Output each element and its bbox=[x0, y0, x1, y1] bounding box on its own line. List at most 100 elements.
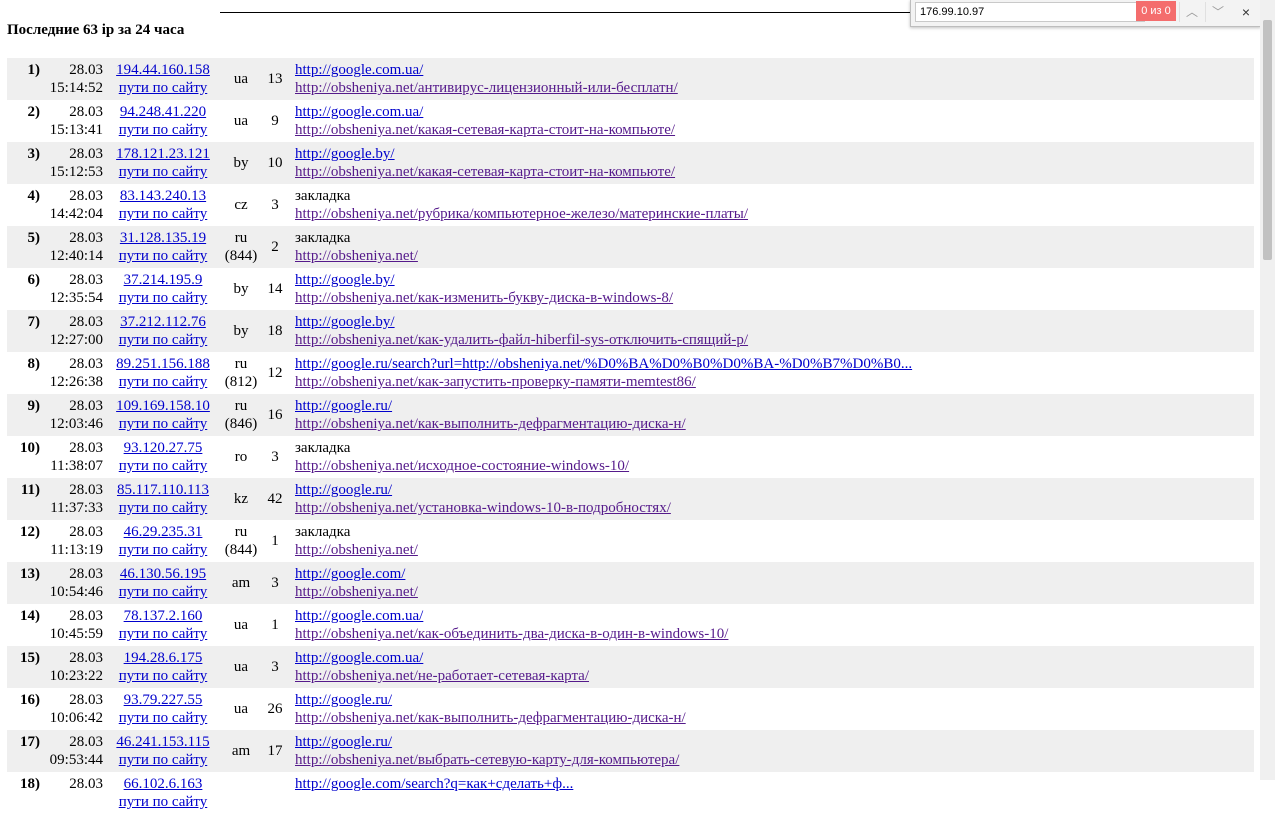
site-path-link[interactable]: пути по сайту bbox=[119, 626, 208, 642]
visit-time: 10:06:42 bbox=[49, 710, 103, 726]
referrer-link[interactable]: http://google.ru/ bbox=[295, 398, 392, 414]
visit-datetime: 28.03 15:12:53 bbox=[43, 145, 103, 181]
ip-link[interactable]: 89.251.156.188 bbox=[116, 356, 210, 372]
ip-link[interactable]: 78.137.2.160 bbox=[124, 608, 203, 624]
visit-time: 12:40:14 bbox=[49, 248, 103, 264]
visit-time: 15:13:41 bbox=[49, 122, 103, 138]
visit-count: 14 bbox=[267, 281, 283, 297]
page-link[interactable]: http://obsheniya.net/ bbox=[295, 542, 418, 558]
referrer-link[interactable]: http://google.ru/ bbox=[295, 482, 392, 498]
site-path-link[interactable]: пути по сайту bbox=[119, 752, 208, 768]
ip-link[interactable]: 46.241.153.115 bbox=[116, 734, 209, 750]
ip-link[interactable]: 194.28.6.175 bbox=[124, 650, 203, 666]
ip-link[interactable]: 46.29.235.31 bbox=[124, 524, 203, 540]
country-code-label: ru bbox=[234, 356, 248, 372]
chevron-up-icon[interactable]: ︿ bbox=[1179, 2, 1204, 22]
page-link[interactable]: http://obsheniya.net/ bbox=[295, 248, 418, 264]
visit-datetime: 28.03 12:03:46 bbox=[43, 397, 103, 433]
visit-date: 28.03 bbox=[69, 188, 103, 204]
ip-link[interactable]: 31.128.135.19 bbox=[120, 230, 206, 246]
site-path-link[interactable]: пути по сайту bbox=[119, 458, 208, 474]
page-link[interactable]: http://obsheniya.net/как-выполнить-дефра… bbox=[295, 710, 686, 726]
ip-link[interactable]: 83.143.240.13 bbox=[120, 188, 206, 204]
ip-link[interactable]: 194.44.160.158 bbox=[116, 62, 210, 78]
referrer-link[interactable]: http://google.com.ua/ bbox=[295, 608, 423, 624]
site-path-link[interactable]: пути по сайту bbox=[119, 248, 208, 264]
site-path-link[interactable]: пути по сайту bbox=[119, 542, 208, 558]
page-link[interactable]: http://obsheniya.net/ bbox=[295, 584, 418, 600]
ip-link[interactable]: 94.248.41.220 bbox=[120, 104, 206, 120]
referrer-link[interactable]: http://google.by/ bbox=[295, 272, 395, 288]
ip-link[interactable]: 37.212.112.76 bbox=[120, 314, 206, 330]
page-link[interactable]: http://obsheniya.net/антивирус-лицензион… bbox=[295, 80, 678, 96]
ip-cell: 89.251.156.188 пути по сайту bbox=[107, 355, 219, 391]
visit-time: 12:27:00 bbox=[49, 332, 103, 348]
referrer-link[interactable]: http://google.by/ bbox=[295, 314, 395, 330]
site-path-link[interactable]: пути по сайту bbox=[119, 122, 208, 138]
site-path-link[interactable]: пути по сайту bbox=[119, 374, 208, 390]
vertical-scrollbar[interactable] bbox=[1260, 0, 1275, 780]
country-code-label: ua bbox=[233, 617, 249, 633]
referrer-link[interactable]: http://google.com.ua/ bbox=[295, 104, 423, 120]
site-path-link[interactable]: пути по сайту bbox=[119, 710, 208, 726]
page-link[interactable]: http://obsheniya.net/исходное-состояние-… bbox=[295, 458, 629, 474]
page-link[interactable]: http://obsheniya.net/не-работает-сетевая… bbox=[295, 668, 589, 684]
referrer-link[interactable]: http://google.ru/search?url=http://obshe… bbox=[295, 356, 912, 372]
row-number: 3) bbox=[27, 146, 41, 162]
referrer-link[interactable]: http://google.com/ bbox=[295, 566, 405, 582]
site-path-link[interactable]: пути по сайту bbox=[119, 794, 208, 810]
site-path-link[interactable]: пути по сайту bbox=[119, 332, 208, 348]
page-link[interactable]: http://obsheniya.net/какая-сетевая-карта… bbox=[295, 164, 675, 180]
site-path-link[interactable]: пути по сайту bbox=[119, 164, 208, 180]
ip-link[interactable]: 37.214.195.9 bbox=[124, 272, 203, 288]
site-path-link[interactable]: пути по сайту bbox=[119, 668, 208, 684]
page-link[interactable]: http://obsheniya.net/какая-сетевая-карта… bbox=[295, 122, 675, 138]
page-link[interactable]: http://obsheniya.net/как-изменить-букву-… bbox=[295, 290, 673, 306]
url-cell: http://google.com.ua/http://obsheniya.ne… bbox=[295, 61, 678, 97]
page-link[interactable]: http://obsheniya.net/выбрать-сетевую-кар… bbox=[295, 752, 679, 768]
page-link[interactable]: http://obsheniya.net/как-запустить-прове… bbox=[295, 374, 696, 390]
site-path-link[interactable]: пути по сайту bbox=[119, 416, 208, 432]
visit-datetime: 28.03 11:37:33 bbox=[43, 481, 103, 517]
chevron-down-icon[interactable]: ﹀ bbox=[1205, 2, 1230, 22]
ip-link[interactable]: 178.121.23.121 bbox=[116, 146, 210, 162]
page-link[interactable]: http://obsheniya.net/как-удалить-файл-hi… bbox=[295, 332, 748, 348]
page-link[interactable]: http://obsheniya.net/как-выполнить-дефра… bbox=[295, 416, 686, 432]
site-path-link[interactable]: пути по сайту bbox=[119, 80, 208, 96]
page-link[interactable]: http://obsheniya.net/как-объединить-два-… bbox=[295, 626, 728, 642]
ip-link[interactable]: 93.79.227.55 bbox=[124, 692, 203, 708]
visit-datetime: 28.03 10:06:42 bbox=[43, 691, 103, 727]
visit-datetime: 28.03 10:45:59 bbox=[43, 607, 103, 643]
site-path-link[interactable]: пути по сайту bbox=[119, 500, 208, 516]
close-icon[interactable]: × bbox=[1235, 2, 1257, 22]
referrer-link[interactable]: http://google.ru/ bbox=[295, 734, 392, 750]
site-path-link[interactable]: пути по сайту bbox=[119, 290, 208, 306]
visit-count: 18 bbox=[267, 323, 283, 339]
ip-link[interactable]: 66.102.6.163 bbox=[124, 776, 203, 792]
ip-link[interactable]: 109.169.158.10 bbox=[116, 398, 210, 414]
list-item: 2) 28.03 15:13:41 94.248.41.220 пути по сайт… bbox=[7, 100, 1254, 142]
find-input[interactable] bbox=[916, 3, 1144, 21]
visit-datetime: 28.03 11:38:07 bbox=[43, 439, 103, 475]
visit-date: 28.03 bbox=[69, 608, 103, 624]
site-path-link[interactable]: пути по сайту bbox=[119, 584, 208, 600]
visit-count: 13 bbox=[267, 71, 283, 87]
ip-cell: 37.212.112.76 пути по сайту bbox=[107, 313, 219, 349]
row-number: 14) bbox=[20, 608, 40, 624]
referrer-link[interactable]: http://google.ru/ bbox=[295, 692, 392, 708]
country-code-label bbox=[219, 784, 263, 802]
referrer-link[interactable]: http://google.com.ua/ bbox=[295, 62, 423, 78]
row-number: 18) bbox=[20, 776, 40, 792]
ip-link[interactable]: 85.117.110.113 bbox=[117, 482, 209, 498]
visit-date: 28.03 bbox=[69, 146, 103, 162]
referrer-link[interactable]: http://google.com.ua/ bbox=[295, 650, 423, 666]
page-link[interactable]: http://obsheniya.net/установка-windows-1… bbox=[295, 500, 671, 516]
page-link[interactable]: http://obsheniya.net/рубрика/компьютерно… bbox=[295, 206, 748, 222]
site-path-link[interactable]: пути по сайту bbox=[119, 206, 208, 222]
ip-cell: 94.248.41.220 пути по сайту bbox=[107, 103, 219, 139]
ip-link[interactable]: 46.130.56.195 bbox=[120, 566, 206, 582]
referrer-link[interactable]: http://google.by/ bbox=[295, 146, 395, 162]
referrer-link[interactable]: http://google.com/search?q=как+сделать+ф… bbox=[295, 776, 573, 792]
ip-link[interactable]: 93.120.27.75 bbox=[124, 440, 203, 456]
scrollbar-thumb[interactable] bbox=[1263, 20, 1272, 260]
